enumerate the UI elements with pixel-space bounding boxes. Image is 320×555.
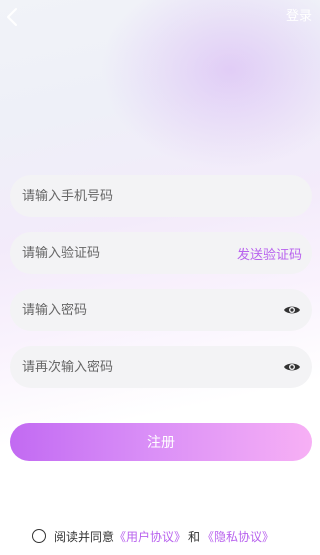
password-field[interactable] bbox=[10, 289, 312, 331]
code-input[interactable] bbox=[22, 245, 237, 261]
agreement-row: 阅读并同意 《用户协议》 和 《隐私协议》 bbox=[32, 527, 274, 545]
privacy-policy-link[interactable]: 《隐私协议》 bbox=[202, 528, 274, 545]
confirm-password-field[interactable] bbox=[10, 346, 312, 388]
agreement-and: 和 bbox=[188, 529, 201, 544]
password-input[interactable] bbox=[22, 302, 282, 318]
eye-icon[interactable] bbox=[282, 357, 302, 377]
user-agreement-link[interactable]: 《用户协议》 bbox=[114, 528, 186, 545]
send-code-button[interactable]: 发送验证码 bbox=[237, 244, 302, 263]
agreement-prefix: 阅读并同意 bbox=[54, 529, 115, 544]
chevron-left-icon bbox=[7, 8, 17, 26]
eye-icon[interactable] bbox=[282, 300, 302, 320]
register-button[interactable]: 注册 bbox=[10, 423, 312, 461]
confirm-password-input[interactable] bbox=[22, 359, 282, 375]
login-link[interactable]: 登录 bbox=[286, 5, 312, 24]
phone-input[interactable] bbox=[22, 188, 302, 204]
agreement-radio[interactable] bbox=[32, 529, 46, 543]
back-button[interactable] bbox=[2, 6, 22, 28]
phone-field[interactable] bbox=[10, 175, 312, 217]
register-screen: 登录 发送验证码 注册 阅读并同意 《用户协议》 bbox=[0, 0, 320, 555]
code-field[interactable]: 发送验证码 bbox=[10, 232, 312, 274]
